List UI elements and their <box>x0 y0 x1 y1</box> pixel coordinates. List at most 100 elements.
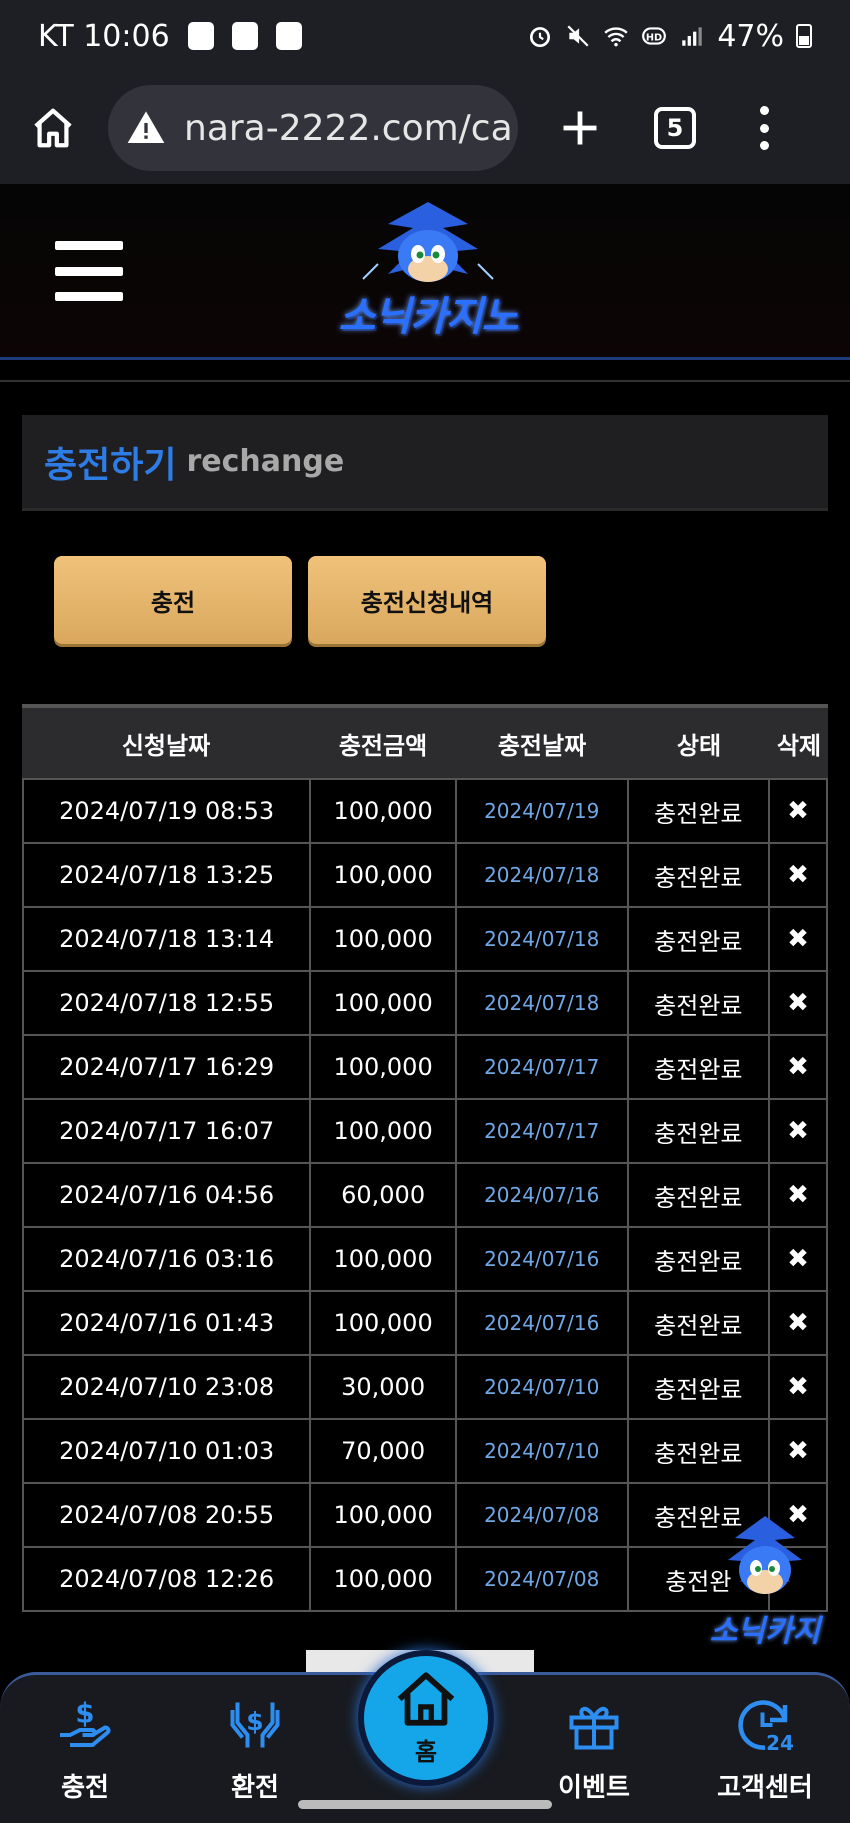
charge-history-table: 신청날짜 충전금액 충전날짜 상태 삭제 2024/07/19 08:53 100… <box>22 704 828 1612</box>
cell-request-date: 2024/07/19 08:53 <box>24 780 312 842</box>
notification-b2-icon <box>231 22 258 50</box>
cell-amount: 100,000 <box>311 780 457 842</box>
cell-delete[interactable]: ✖ <box>770 844 828 906</box>
address-bar[interactable]: nara-2222.com/ca <box>108 85 518 171</box>
cell-amount: 60,000 <box>311 1164 457 1226</box>
cell-amount: 30,000 <box>311 1356 457 1418</box>
signal-icon <box>682 27 703 46</box>
divider <box>0 380 850 382</box>
nav-support[interactable]: 24 고객센터 <box>705 1695 825 1815</box>
browser-home-button[interactable] <box>26 101 80 155</box>
cell-charge-date: 2024/07/17 <box>457 1036 629 1098</box>
cell-amount: 100,000 <box>311 1228 457 1290</box>
charge-button[interactable]: 충전 <box>54 556 292 644</box>
cell-request-date: 2024/07/16 04:56 <box>24 1164 312 1226</box>
cell-delete[interactable]: ✖ <box>770 1164 828 1226</box>
nav-event-label: 이벤트 <box>558 1773 630 1803</box>
svg-text:HD: HD <box>646 32 662 43</box>
cell-request-date: 2024/07/18 13:25 <box>24 844 312 906</box>
cell-delete[interactable]: ✖ <box>770 972 828 1034</box>
table-body: 2024/07/19 08:53 100,000 2024/07/19 충전완료 ✖ 20… <box>22 780 828 1612</box>
gallery-icon <box>275 22 302 50</box>
table-row: 2024/07/18 13:25 100,000 2024/07/18 충전완료 ✖ <box>24 844 828 908</box>
more-menu-button[interactable] <box>758 106 770 150</box>
cell-amount: 100,000 <box>311 1100 457 1162</box>
header-charge-date: 충전날짜 <box>497 731 587 760</box>
cell-status: 충전완료 <box>629 844 771 906</box>
table-row: 2024/07/16 04:56 60,000 2024/07/16 충전완료 ✖ <box>24 1164 828 1228</box>
cell-charge-date: 2024/07/10 <box>457 1420 629 1482</box>
table-row: 2024/07/19 08:53 100,000 2024/07/19 충전완료 ✖ <box>24 780 828 844</box>
table-row: 2024/07/17 16:29 100,000 2024/07/17 충전완료 ✖ <box>24 1036 828 1100</box>
cell-delete[interactable]: ✖ <box>770 1420 828 1482</box>
header-amount: 충전금액 <box>338 731 428 760</box>
nav-home-button[interactable]: 홈 <box>358 1650 494 1786</box>
nav-exchange[interactable]: $ 환전 <box>195 1695 315 1815</box>
cell-charge-date: 2024/07/10 <box>457 1356 629 1418</box>
hand-dollar-icon: $ <box>60 1698 111 1747</box>
cell-amount: 100,000 <box>311 972 457 1034</box>
floating-mascot-button[interactable]: 소닉카지 <box>700 1510 830 1650</box>
cell-charge-date: 2024/07/18 <box>457 844 629 906</box>
nav-support-label: 고객센터 <box>717 1773 813 1803</box>
logo-text: 소닉카지노 <box>338 294 519 340</box>
cell-delete[interactable]: ✖ <box>770 780 828 842</box>
gift-icon <box>569 1706 619 1750</box>
cell-delete[interactable]: ✖ <box>770 1036 828 1098</box>
cell-request-date: 2024/07/08 20:55 <box>24 1484 312 1546</box>
cell-status: 충전완료 <box>629 1164 771 1226</box>
new-tab-button[interactable] <box>552 100 608 156</box>
cell-amount: 100,000 <box>311 1548 457 1610</box>
status-time: KT 10:06 <box>38 18 170 54</box>
cell-amount: 100,000 <box>311 908 457 970</box>
site-header: 소닉카지노 <box>0 184 850 360</box>
cell-status: 충전완료 <box>629 1100 771 1162</box>
table-header: 신청날짜 충전금액 충전날짜 상태 삭제 <box>22 704 828 780</box>
cell-request-date: 2024/07/18 13:14 <box>24 908 312 970</box>
battery-icon <box>796 24 812 48</box>
mute-icon <box>567 25 589 47</box>
page-title: 충전하기 <box>44 444 177 486</box>
nav-event[interactable]: 이벤트 <box>534 1695 654 1815</box>
cell-amount: 100,000 <box>311 844 457 906</box>
cell-delete[interactable]: ✖ <box>770 1356 828 1418</box>
table-row: 2024/07/17 16:07 100,000 2024/07/17 충전완료 ✖ <box>24 1100 828 1164</box>
hd-icon: HD <box>642 27 667 45</box>
cell-charge-date: 2024/07/16 <box>457 1292 629 1354</box>
cell-delete[interactable]: ✖ <box>770 1292 828 1354</box>
gesture-bar[interactable] <box>298 1800 552 1809</box>
cell-request-date: 2024/07/16 03:16 <box>24 1228 312 1290</box>
section-header: 충전하기 rechange <box>22 415 828 511</box>
cell-delete[interactable]: ✖ <box>770 1228 828 1290</box>
svg-text:$: $ <box>75 1698 94 1730</box>
charge-history-button[interactable]: 충전신청내역 <box>308 556 546 644</box>
home-icon <box>397 1671 455 1726</box>
cell-charge-date: 2024/07/16 <box>457 1228 629 1290</box>
warning-icon[interactable] <box>126 108 166 148</box>
header-request-date: 신청날짜 <box>121 731 211 760</box>
hamburger-menu-button[interactable] <box>55 241 123 301</box>
notification-b-icon <box>187 22 214 50</box>
cell-delete[interactable]: ✖ <box>770 1100 828 1162</box>
table-row: 2024/07/18 13:14 100,000 2024/07/18 충전완료 ✖ <box>24 908 828 972</box>
svg-text:24: 24 <box>766 1731 794 1755</box>
tab-switcher-button[interactable]: 5 <box>654 107 696 149</box>
alarm-icon <box>530 27 551 48</box>
sonic-mascot-icon <box>728 1516 802 1594</box>
nav-charge[interactable]: $ 충전 <box>25 1695 145 1815</box>
cell-delete[interactable]: ✖ <box>770 908 828 970</box>
cell-status: 충전완료 <box>629 908 771 970</box>
cell-request-date: 2024/07/17 16:07 <box>24 1100 312 1162</box>
cell-charge-date: 2024/07/18 <box>457 972 629 1034</box>
cell-charge-date: 2024/07/08 <box>457 1548 629 1610</box>
plus-icon <box>563 111 597 145</box>
hands-dollar-icon: $ <box>230 1702 280 1748</box>
page-subtitle: rechange <box>186 444 345 479</box>
site-logo[interactable]: 소닉카지노 <box>318 194 538 354</box>
header-delete: 삭제 <box>776 731 822 760</box>
cell-status: 충전완료 <box>629 1036 771 1098</box>
cell-status: 충전완료 <box>629 1228 771 1290</box>
table-row: 2024/07/18 12:55 100,000 2024/07/18 충전완료 ✖ <box>24 972 828 1036</box>
table-row: 2024/07/16 01:43 100,000 2024/07/16 충전완료 ✖ <box>24 1292 828 1356</box>
floating-logo-text: 소닉카지 <box>709 1614 821 1649</box>
